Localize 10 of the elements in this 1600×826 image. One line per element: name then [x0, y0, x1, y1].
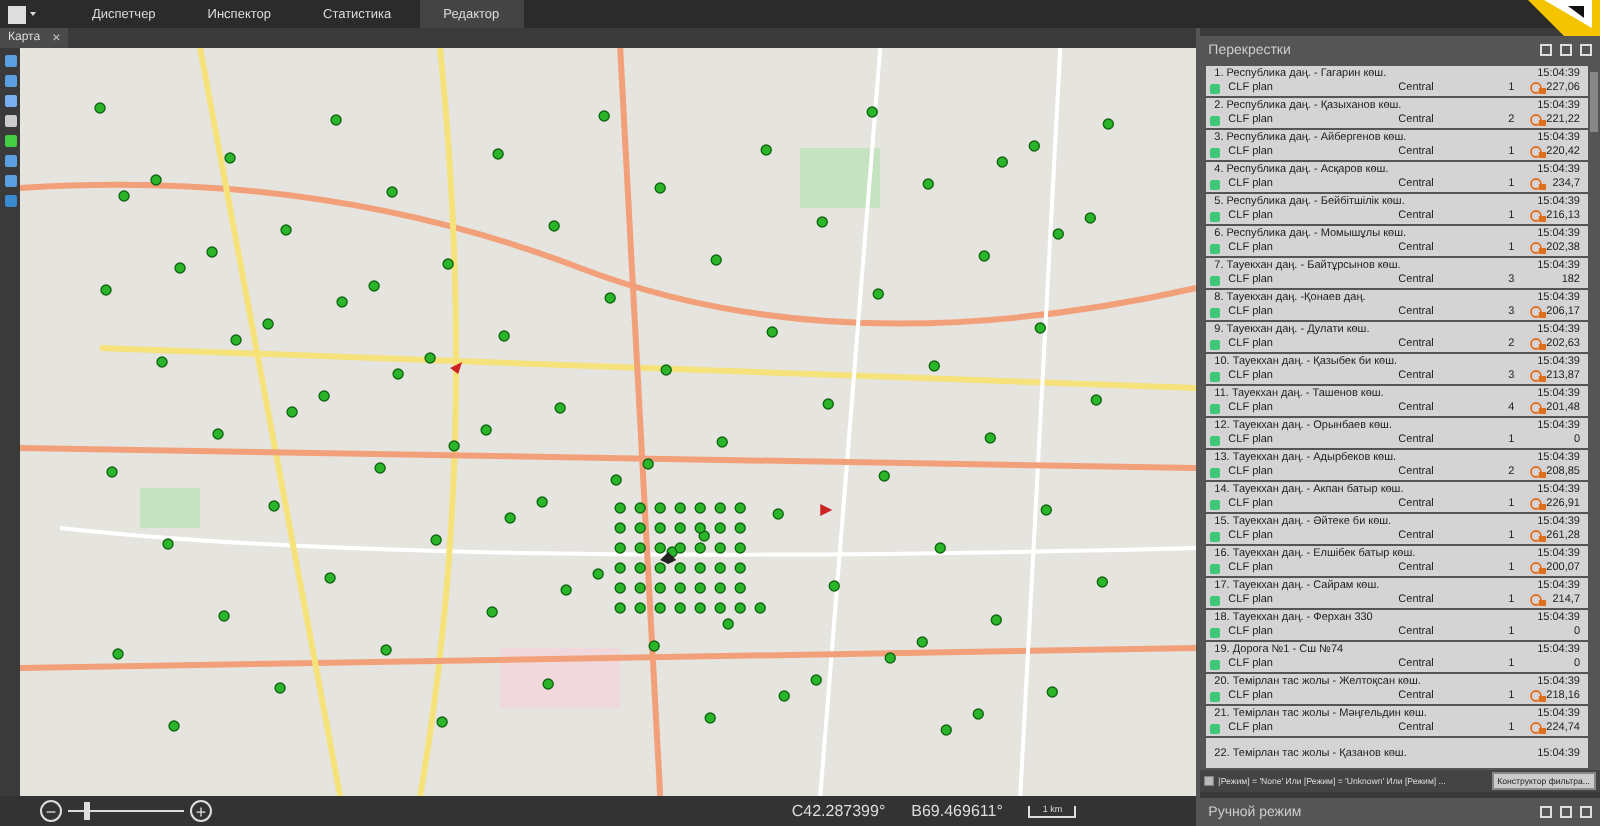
- restore-icon[interactable]: [1540, 806, 1552, 818]
- window-icon[interactable]: [8, 5, 36, 23]
- latitude-text: С42.287399°: [791, 802, 886, 820]
- slider-thumb[interactable]: [83, 802, 90, 820]
- longitude-text: В69.469611°: [911, 802, 1003, 820]
- scrollbar-thumb[interactable]: [1590, 72, 1598, 132]
- zoom-out-button[interactable]: −: [40, 800, 62, 822]
- restore-icon[interactable]: [1540, 44, 1552, 56]
- zoom-in-button[interactable]: +: [190, 800, 212, 822]
- filter-checkbox[interactable]: [1204, 776, 1215, 786]
